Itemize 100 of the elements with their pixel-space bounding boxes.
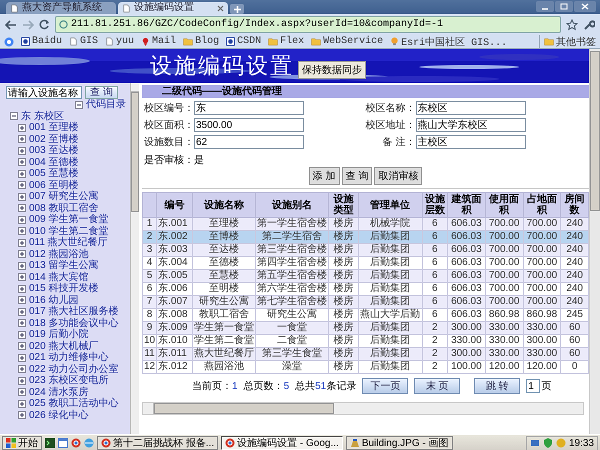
expand-icon[interactable] [18,365,26,374]
tree-item[interactable]: 013 留学生公寓 [29,260,98,272]
tree-item[interactable]: 011 燕大世纪餐厅 [29,237,108,248]
expand-icon[interactable] [18,135,26,144]
tree-item[interactable]: 020 燕大机械厂 [29,340,98,352]
taskbar-item[interactable]: 设施编码设置 - Goog... [221,436,343,450]
search-field[interactable]: 请输入设施名称 [6,86,82,99]
bookmark[interactable]: WebService [311,36,384,47]
expand-icon[interactable] [18,273,26,282]
action-button[interactable]: 添 加 [308,167,340,185]
tree-item[interactable]: 009 学生第一食堂 [29,214,108,226]
tree-item[interactable]: 007 研究生公寓 [29,191,98,202]
table-row[interactable]: 11 东.011 燕大世纪餐厅 第三学生食堂 楼房 后勤集团 2 300.00 330.00 330.00 60 [142,348,588,360]
tree-item[interactable]: 024 清水泵房 [29,386,88,398]
table-row[interactable]: 7 东.007 研究生公寓 第七学生宿舍楼 楼房 后勤集团 6 606.03 700.00 700.00 240 [142,296,588,308]
address-bar[interactable]: 211.81.251.86/GZC/CodeConfig/Index.aspx?userId=10&companyId=-1 [55,16,561,33]
bookmark[interactable]: Mail [141,36,176,47]
table-row[interactable]: 1 东.001 至理楼 第一学生宿舍楼 楼房 机械学院 6 606.03 700.00 700.00 240 [142,218,588,230]
scrollbar[interactable] [589,49,600,434]
tree-item[interactable]: 019 后勤小院 [29,329,88,340]
tree-item[interactable]: 001 至理楼 [29,122,78,134]
expand-icon[interactable] [18,216,26,224]
expand-icon[interactable] [18,124,26,132]
table-row[interactable]: 9 东.009 学生第一食堂 一食堂 楼房 后勤集团 2 300.00 330.00 330.00 60 [142,322,588,334]
expand-icon[interactable] [18,238,26,247]
table-row[interactable]: 2 东.002 至博楼 第二学生宿舍 楼房 后勤集团 6 606.03 700.00 700.00 240 [142,230,588,244]
expand-icon[interactable] [18,330,26,339]
input-field[interactable]: 东 [194,101,304,115]
close-icon[interactable] [217,4,224,12]
browser-tab[interactable]: 燕大资产导航系统 [6,2,116,14]
tree-item[interactable]: 003 至达楼 [29,145,78,156]
expand-icon[interactable] [18,354,26,362]
expand-icon[interactable] [18,262,26,270]
expand-icon[interactable] [18,192,26,201]
tree-item[interactable]: 021 动力维修中心 [29,352,108,364]
bookmark[interactable]: CSDN [226,36,262,47]
page-number-field[interactable]: 1 [526,379,540,393]
expand-icon[interactable] [18,204,26,212]
expand-icon[interactable] [18,296,26,304]
expand-icon[interactable] [18,250,26,258]
scrollbar[interactable] [130,83,139,434]
expand-icon[interactable] [18,158,26,166]
tree-item[interactable]: 005 至慧楼 [29,168,78,180]
table-row[interactable]: 12 东.012 燕园浴池 澡堂 楼房 后勤集团 2 100.00 120.00 120.00 0 [142,360,588,374]
tree-item[interactable]: 018 多功能会议中心 [29,318,118,329]
expand-icon[interactable] [18,319,26,328]
input-field[interactable]: 东校区 [416,101,526,115]
jump-button[interactable]: 跳 转 [474,378,520,394]
back-icon[interactable] [5,20,17,30]
tree-item[interactable]: 002 至博楼 [29,134,78,145]
tree-item[interactable]: 010 学生第二食堂 [29,226,108,237]
tree-item[interactable]: 代码目录 [86,99,126,110]
table-row[interactable]: 5 东.005 至慧楼 第五学生宿舍楼 楼房 后勤集团 6 606.03 700.00 700.00 240 [142,270,588,282]
input-field[interactable]: 燕山大学东校区 [416,118,526,132]
bookmark[interactable]: Blog [183,36,220,47]
close-icon[interactable] [574,1,596,12]
expand-icon[interactable] [18,170,26,178]
bookmark[interactable]: yuu [105,36,134,47]
horizontal-scrollbar[interactable] [142,402,584,415]
tree-item[interactable]: 017 燕大社区服务楼 [29,306,118,318]
expand-icon[interactable] [18,284,26,293]
new-tab-button[interactable] [230,4,244,14]
tree-item[interactable]: 006 至明楼 [29,180,78,191]
tree-item[interactable]: 025 教职工活动中心 [29,398,118,410]
reload-icon[interactable] [39,19,50,30]
minimize-icon[interactable] [536,1,554,12]
input-field[interactable]: 主校区 [416,135,526,149]
pager-button[interactable]: 下一页 [362,378,408,394]
tree-item[interactable]: 026 绿化中心 [29,410,88,421]
maximize-icon[interactable] [555,1,573,12]
tree-item[interactable]: 004 至德楼 [29,156,78,168]
taskbar-item[interactable]: Building.JPG - 画图 [346,436,453,450]
pager-button[interactable]: 末 页 [414,378,460,394]
expand-icon[interactable] [18,308,26,316]
wrench-icon[interactable] [583,18,595,30]
tree-item[interactable]: 015 科技开发楼 [29,283,98,294]
expand-icon[interactable] [18,342,26,350]
browser-tab[interactable]: 设施编码设置 [118,2,228,14]
expand-icon[interactable] [18,388,26,396]
search-button[interactable]: 查 询 [85,86,118,99]
bookmark[interactable]: GIS [69,36,98,47]
tree-item[interactable]: 016 幼儿园 [29,294,78,306]
tree-item[interactable]: 014 燕大宾馆 [29,272,88,283]
site-icon[interactable] [4,36,14,46]
tree-item[interactable]: 008 教职工宿舍 [29,202,98,214]
action-button[interactable]: 查 询 [342,167,372,185]
expand-icon[interactable] [18,376,26,385]
tree-item[interactable]: 012 燕园浴池 [29,248,88,260]
tree-item[interactable]: 东 东校区 [21,110,64,122]
bookmark[interactable]: Baidu [21,36,62,47]
expand-icon[interactable] [18,146,26,155]
start-button[interactable]: 开始 [2,436,42,450]
collapse-icon[interactable] [10,112,18,120]
input-field[interactable]: 3500.00 [194,118,304,132]
bookmark[interactable]: Flex [268,36,304,47]
tree-item[interactable]: 022 动力公司办公室 [29,364,118,375]
star-icon[interactable] [566,18,578,30]
expand-icon[interactable] [18,400,26,408]
table-row[interactable]: 3 东.003 至达楼 第三学生宿舍楼 楼房 后勤集团 6 606.03 700.00 700.00 240 [142,244,588,256]
taskbar-item[interactable]: 第十二届挑战杯 报备... [97,436,218,450]
